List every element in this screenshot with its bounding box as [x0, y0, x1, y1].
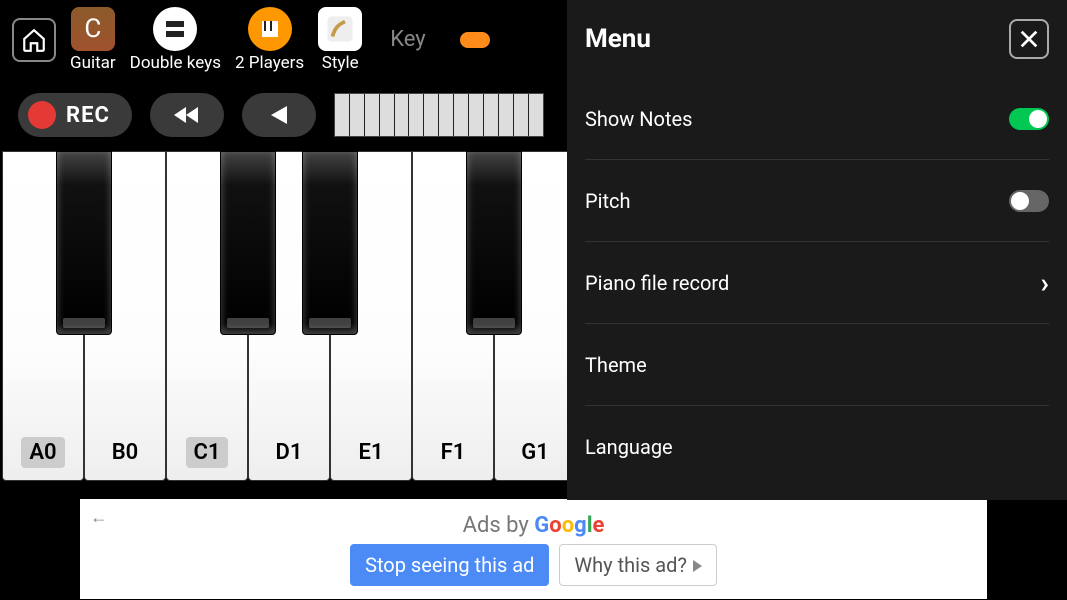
- menu-item-pitch[interactable]: Pitch: [585, 160, 1049, 242]
- menu-panel: Menu Show Notes Pitch Piano file record › Th…: [567, 0, 1067, 500]
- menu-header: Menu: [585, 0, 1049, 78]
- key-label-partial: Key: [390, 27, 425, 52]
- mini-piano-map[interactable]: [334, 93, 544, 137]
- partial-orange-element: [460, 32, 490, 48]
- black-key[interactable]: [466, 151, 522, 335]
- black-key[interactable]: [220, 151, 276, 335]
- topbar-item-guitar[interactable]: C Guitar: [70, 7, 116, 73]
- topbar-label: Double keys: [130, 53, 221, 73]
- note-label: E1: [351, 437, 392, 468]
- toggle[interactable]: [1009, 108, 1049, 130]
- topbar-label: Guitar: [70, 53, 116, 73]
- close-button[interactable]: [1009, 19, 1049, 59]
- topbar-item-2players[interactable]: 2 Players: [235, 7, 304, 73]
- menu-item-piano-file-record[interactable]: Piano file record ›: [585, 242, 1049, 324]
- menu-item-language[interactable]: Language: [585, 406, 1049, 488]
- menu-item-show-notes[interactable]: Show Notes: [585, 78, 1049, 160]
- menu-item-label: Pitch: [585, 189, 631, 213]
- close-icon: [1018, 28, 1040, 50]
- toggle[interactable]: [1009, 190, 1049, 212]
- note-label: A0: [21, 437, 64, 468]
- ad-back-arrow[interactable]: ←: [90, 507, 108, 528]
- menu-item-label: Theme: [585, 353, 647, 377]
- play-left-icon: [269, 104, 289, 126]
- rewind-button[interactable]: [150, 93, 224, 137]
- topbar-label: 2 Players: [235, 53, 304, 73]
- ads-by-text: Ads by Google: [463, 512, 605, 538]
- home-icon: [21, 27, 47, 53]
- play-button[interactable]: [242, 93, 316, 137]
- chevron-right-icon: ›: [1041, 266, 1049, 299]
- topbar-item-double-keys[interactable]: Double keys: [130, 7, 221, 73]
- menu-title: Menu: [585, 24, 651, 54]
- play-triangle-icon: [693, 560, 702, 572]
- record-icon: [28, 101, 56, 129]
- rewind-icon: [172, 104, 202, 126]
- black-key[interactable]: [56, 151, 112, 335]
- topbar-label: Style: [322, 53, 359, 73]
- two-players-icon: [248, 7, 292, 51]
- note-label: C1: [186, 437, 229, 468]
- black-key[interactable]: [302, 151, 358, 335]
- note-label: D1: [268, 437, 311, 468]
- topbar-item-style[interactable]: Style: [318, 7, 362, 73]
- record-label: REC: [66, 103, 110, 128]
- guitar-icon: C: [71, 7, 115, 51]
- note-label: F1: [433, 437, 474, 468]
- menu-item-label: Piano file record: [585, 271, 729, 295]
- menu-item-label: Show Notes: [585, 107, 692, 131]
- note-label: G1: [513, 437, 557, 468]
- style-icon: [318, 7, 362, 51]
- menu-item-theme[interactable]: Theme: [585, 324, 1049, 406]
- stop-ad-button[interactable]: Stop seeing this ad: [350, 544, 549, 586]
- menu-item-label: Language: [585, 435, 673, 459]
- record-button[interactable]: REC: [18, 93, 132, 137]
- home-button[interactable]: [12, 18, 56, 62]
- why-ad-button[interactable]: Why this ad?: [559, 544, 717, 586]
- note-label: B0: [104, 437, 147, 468]
- double-keys-icon: [153, 7, 197, 51]
- ad-banner: ← Ads by Google Stop seeing this ad Why …: [80, 499, 987, 599]
